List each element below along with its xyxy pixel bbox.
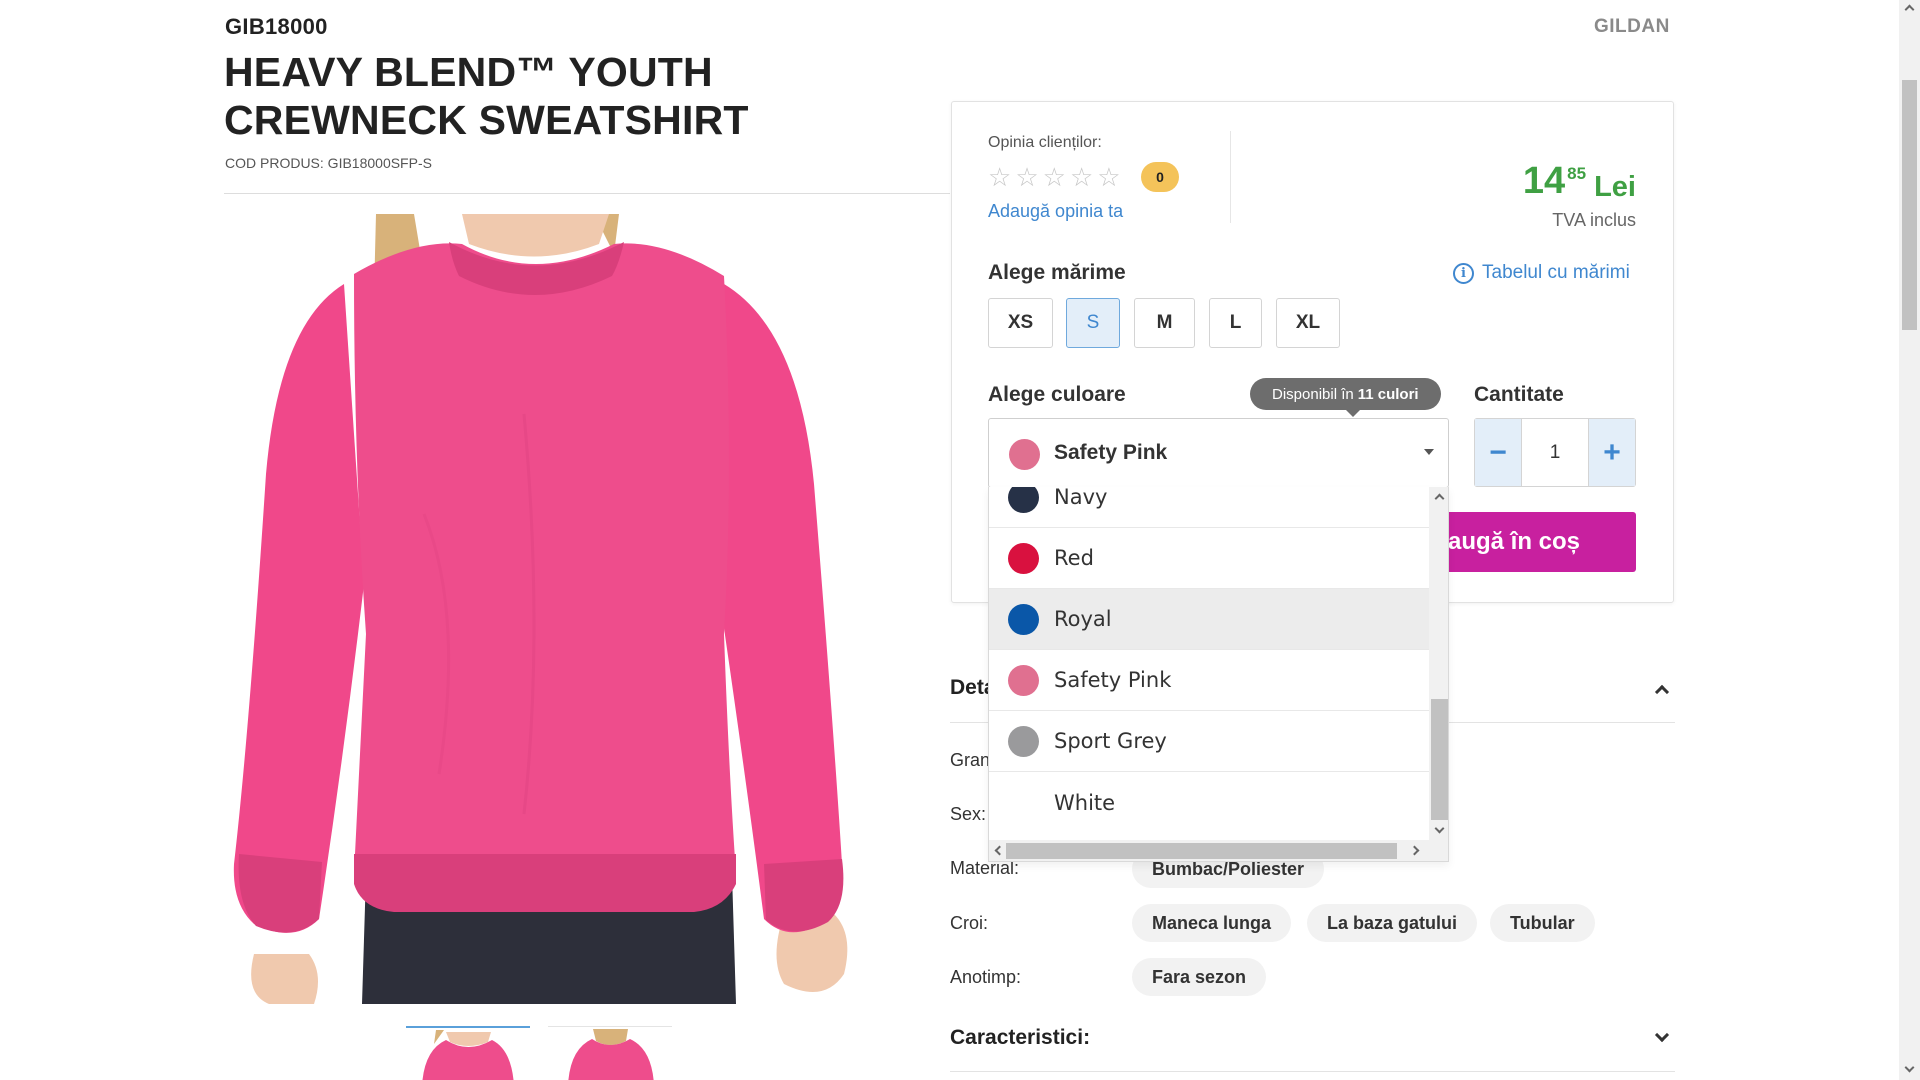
pink-sweatshirt-thumbnail	[406, 1028, 530, 1080]
quantity-input[interactable]	[1522, 419, 1588, 486]
dropdown-vertical-scroll-thumb[interactable]	[1431, 699, 1448, 820]
chevron-down-icon[interactable]	[1654, 1027, 1670, 1043]
product-title: HEAVY BLEND™ YOUTH CREWNECK SWEATSHIRT	[224, 49, 749, 143]
dropdown-vertical-scrollbar[interactable]	[1429, 487, 1448, 840]
detail-label-sex: Sex:	[950, 804, 987, 824]
scroll-left-arrow-icon[interactable]	[994, 845, 1005, 856]
chevron-up-icon[interactable]	[1654, 684, 1670, 700]
selected-color-value: Safety Pink	[1054, 441, 1168, 464]
selected-color-swatch	[1009, 439, 1040, 470]
size-chart-label: Tabelul cu mărimi	[1482, 262, 1630, 283]
color-swatch	[1008, 664, 1039, 696]
panel-divider	[1230, 131, 1231, 223]
color-option-navy[interactable]: Navy	[989, 487, 1429, 528]
size-option-s[interactable]: S	[1066, 298, 1120, 348]
price-currency: Lei	[1594, 171, 1636, 203]
scroll-up-arrow-icon[interactable]	[1904, 4, 1915, 15]
quantity-decrease-button[interactable]: −	[1475, 419, 1522, 486]
size-label: Alege mărime	[988, 261, 1126, 284]
detail-label-croi: Croi:	[950, 913, 989, 933]
product-code: COD PRODUS: GIB18000SFP-S	[225, 155, 432, 171]
color-swatch	[1008, 603, 1039, 635]
color-option-royal[interactable]: Royal	[989, 589, 1429, 650]
scroll-right-arrow-icon[interactable]	[1409, 845, 1420, 856]
add-to-cart-button[interactable]: laugă în coș	[1430, 512, 1636, 572]
color-option-label: Sport Grey	[1054, 729, 1167, 753]
product-sku: GIB18000	[225, 14, 328, 39]
size-option-xl[interactable]: XL	[1276, 298, 1340, 348]
color-label: Alege culoare	[988, 383, 1126, 406]
color-option-white[interactable]: White	[989, 772, 1429, 833]
info-icon: i	[1453, 262, 1474, 284]
color-option-label: Navy	[1054, 487, 1108, 509]
star-icon: ☆	[988, 162, 1012, 192]
reviews-label: Opinia clienților:	[988, 134, 1102, 151]
size-options: XS S M L XL	[988, 298, 1340, 348]
size-option-xs[interactable]: XS	[988, 298, 1053, 348]
product-main-image[interactable]	[224, 214, 950, 1004]
chevron-down-icon	[1424, 449, 1434, 455]
review-count-badge: 0	[1141, 162, 1179, 192]
price: 14 85 Lei	[1523, 160, 1636, 208]
title-divider	[224, 193, 950, 194]
tooltip-count: 11 culori	[1357, 385, 1419, 403]
price-decimals: 85	[1567, 164, 1587, 183]
price-integer: 14	[1522, 160, 1566, 202]
color-option-red[interactable]: Red	[989, 528, 1429, 589]
scroll-up-arrow-icon[interactable]	[1434, 493, 1445, 504]
page-scroll-thumb[interactable]	[1902, 80, 1917, 330]
color-swatch	[1008, 542, 1039, 574]
pink-sweatshirt-photo	[224, 214, 950, 1004]
color-option-label: Safety Pink	[1054, 668, 1172, 692]
rating-stars[interactable]: ☆ ☆ ☆ ☆ ☆	[988, 164, 1121, 190]
quantity-increase-button[interactable]: +	[1588, 419, 1635, 486]
detail-chip-anotimp: Fara sezon	[1132, 958, 1267, 996]
detail-label-anotimp: Anotimp:	[950, 967, 1022, 987]
star-icon: ☆	[1097, 162, 1121, 192]
dropdown-horizontal-scrollbar[interactable]	[989, 840, 1448, 861]
tooltip-text: Disponibil în	[1272, 385, 1354, 403]
vat-note: TVA inclus	[1552, 210, 1636, 230]
size-option-l[interactable]: L	[1209, 298, 1262, 348]
colors-available-tooltip: Disponibil în 11 culori	[1250, 378, 1441, 417]
color-option-label: Red	[1054, 546, 1094, 570]
color-dropdown-list: Navy Red Royal Safety Pink Sport Grey Wh…	[988, 487, 1449, 862]
color-option-safety-pink[interactable]: Safety Pink	[989, 650, 1429, 711]
quantity-stepper: − +	[1474, 418, 1636, 487]
brand-name[interactable]: GILDAN	[1594, 16, 1670, 38]
size-option-m[interactable]: M	[1134, 298, 1195, 348]
detail-chip-croi-1: Maneca lunga	[1132, 904, 1292, 942]
characteristics-divider	[950, 1071, 1675, 1072]
scroll-down-arrow-icon[interactable]	[1904, 1062, 1915, 1073]
characteristics-section-title[interactable]: Caracteristici:	[950, 1026, 1090, 1050]
detail-chip-croi-2: La baza gatului	[1307, 904, 1478, 942]
size-chart-link[interactable]: i Tabelul cu mărimi	[1453, 262, 1630, 284]
product-page: GIB18000 GILDAN HEAVY BLEND™ YOUTH CREWN…	[0, 0, 1920, 1080]
color-option-label: Royal	[1054, 607, 1112, 631]
scroll-down-arrow-icon[interactable]	[1434, 823, 1445, 834]
add-review-link[interactable]: Adaugă opinia ta	[988, 201, 1123, 222]
gallery-thumbnail-2[interactable]	[548, 1026, 672, 1080]
color-swatch	[1008, 725, 1039, 757]
detail-chip-croi-3: Tubular	[1490, 904, 1595, 942]
color-select[interactable]: Safety Pink	[988, 418, 1449, 488]
pink-sweatshirt-thumbnail	[548, 1027, 672, 1080]
star-icon: ☆	[1015, 162, 1039, 192]
gallery-thumbnail-1[interactable]	[406, 1026, 530, 1080]
color-swatch	[1008, 787, 1039, 818]
star-icon: ☆	[1042, 162, 1066, 192]
color-option-label: White	[1054, 790, 1116, 815]
page-scrollbar[interactable]	[1899, 0, 1920, 1080]
color-option-sport-grey[interactable]: Sport Grey	[989, 711, 1429, 772]
quantity-label: Cantitate	[1474, 383, 1564, 406]
color-options: Navy Red Royal Safety Pink Sport Grey Wh…	[989, 487, 1429, 840]
dropdown-horizontal-scroll-thumb[interactable]	[1006, 843, 1397, 859]
detail-label-gran: Gran	[950, 750, 991, 770]
color-swatch	[1008, 487, 1039, 513]
star-icon: ☆	[1069, 162, 1094, 192]
